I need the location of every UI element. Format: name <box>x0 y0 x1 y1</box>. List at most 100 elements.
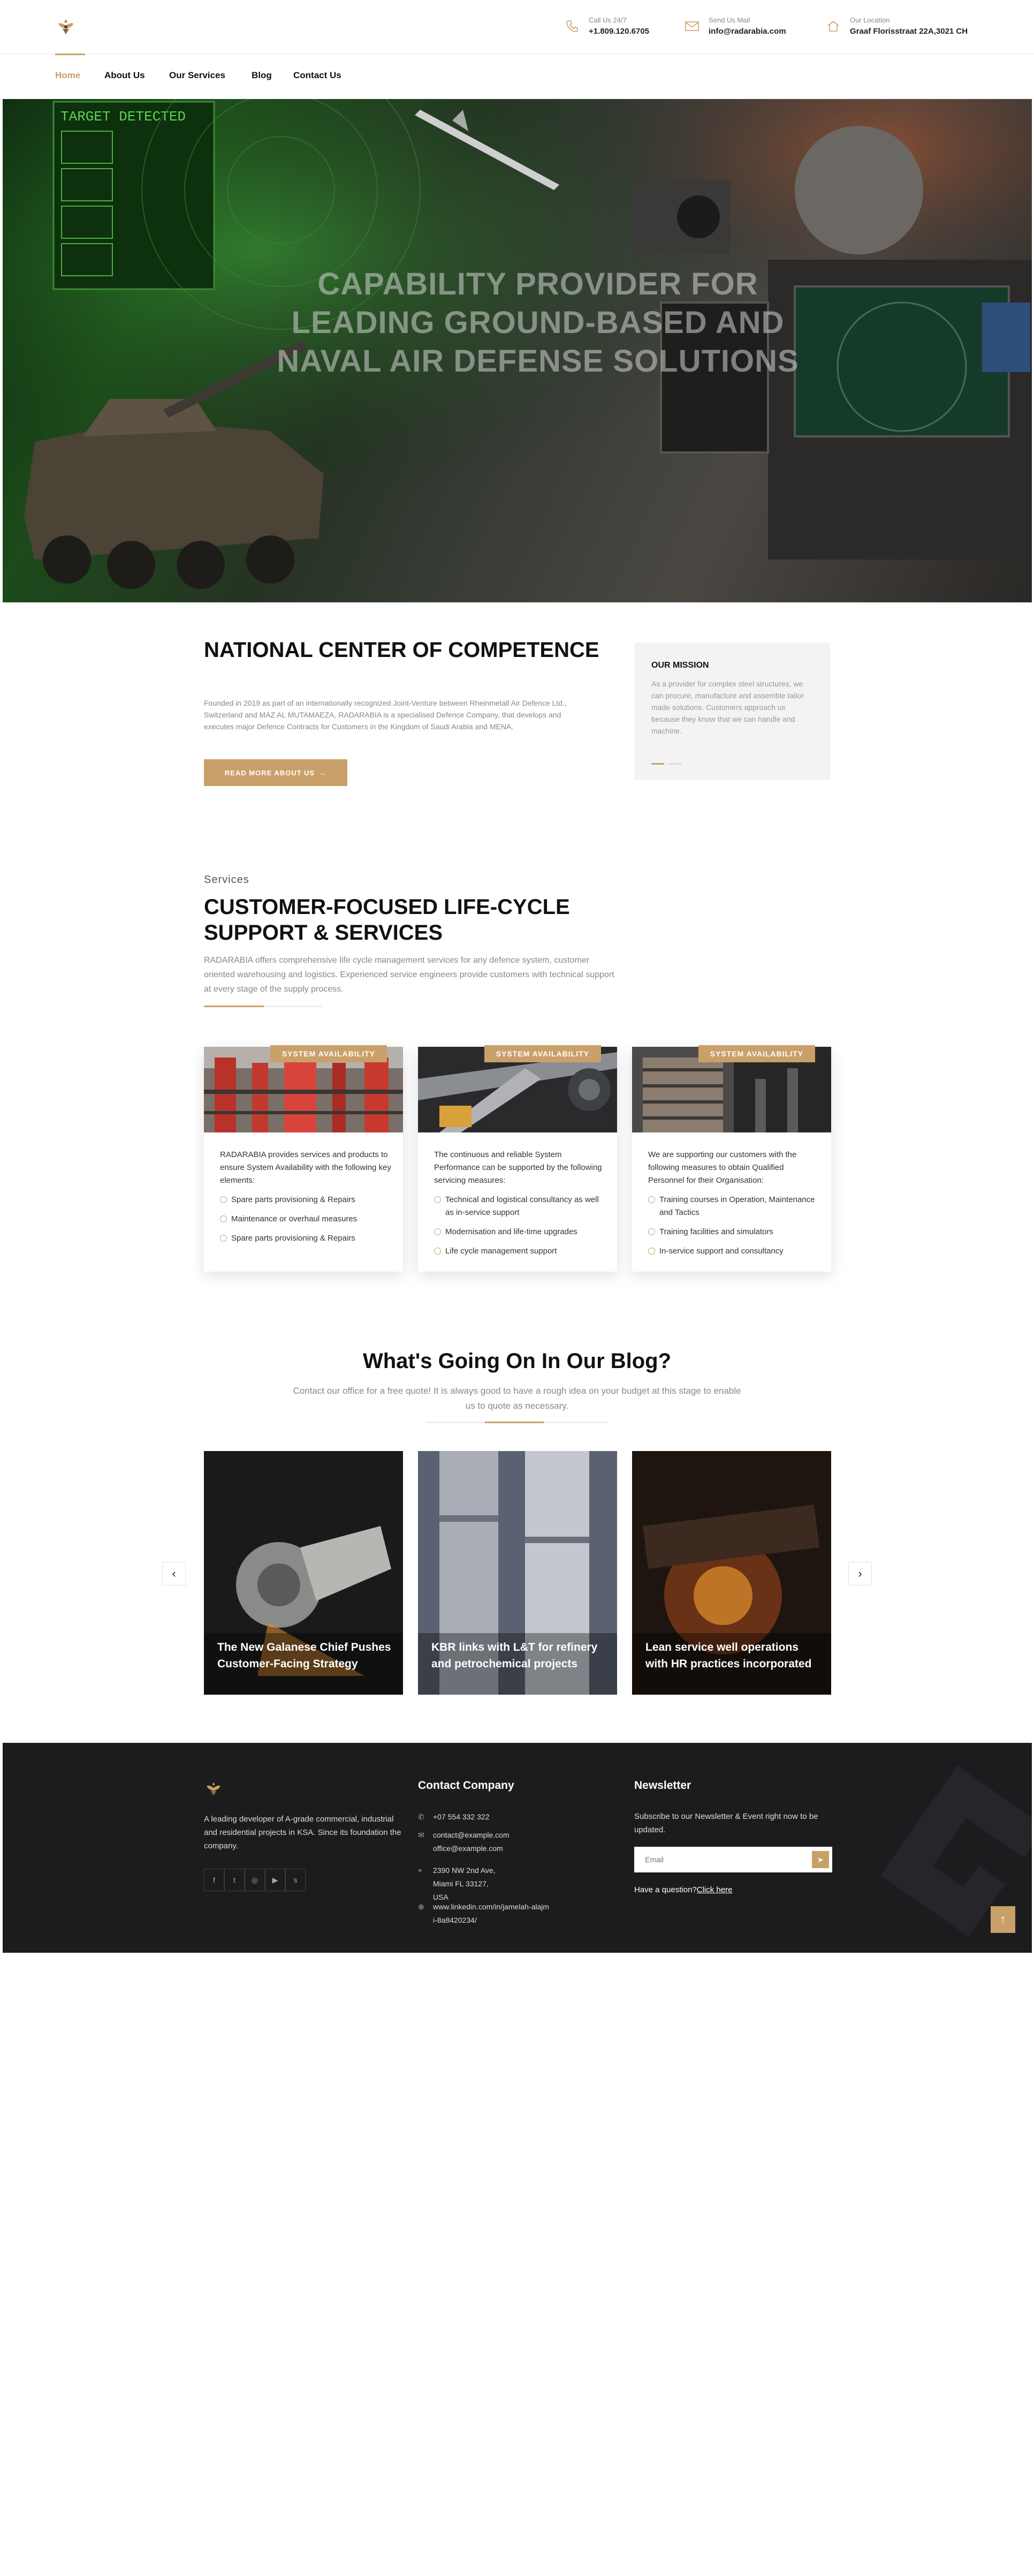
home-icon <box>824 17 842 35</box>
blog-post-title[interactable]: KBR links with L&T for refinery and petr… <box>431 1639 608 1672</box>
top-bar: Call Us 24/7 +1.809.120.6705 Send Us Mai… <box>0 0 1034 54</box>
service-card[interactable]: SYSTEM AVAILABILITY RADARABIA provides s… <box>204 1045 403 1272</box>
twitter-icon[interactable]: t <box>224 1869 245 1891</box>
list-item: Training courses in Operation, Maintenan… <box>648 1193 819 1219</box>
read-more-button[interactable]: READ MORE ABOUT US → <box>204 759 347 786</box>
footer-email[interactable]: ✉ contact@example.com office@example.com <box>418 1829 510 1855</box>
main-nav: Home About Us Our Services Blog Contact … <box>0 54 1034 99</box>
circle-bullet-icon <box>648 1228 655 1235</box>
chevron-left-icon: ‹ <box>172 1567 176 1580</box>
question-label: Have a question? <box>634 1885 697 1894</box>
services-divider <box>204 1006 322 1007</box>
service-card-intro: The continuous and reliable System Perfo… <box>434 1150 602 1185</box>
slider-dot[interactable] <box>668 763 681 765</box>
contact-location[interactable]: Our Location Graaf Florisstraat 22A,3021… <box>824 16 968 36</box>
services-kicker: Services <box>204 874 249 886</box>
list-item: Training facilities and simulators <box>648 1226 819 1238</box>
youtube-icon[interactable]: ▶ <box>265 1869 285 1891</box>
service-card[interactable]: SYSTEM AVAILABILITY We are supporting ou… <box>632 1045 831 1272</box>
nav-contact-us[interactable]: Contact Us <box>293 70 341 81</box>
footer-social-links: f t ◎ ▶ s <box>204 1869 306 1891</box>
service-card-badge: SYSTEM AVAILABILITY <box>484 1045 601 1062</box>
contact-value: +1.809.120.6705 <box>589 27 650 36</box>
footer-contact-title: Contact Company <box>418 1779 514 1792</box>
blog-post-title[interactable]: Lean service well operations with HR pra… <box>645 1639 822 1672</box>
skype-icon[interactable]: s <box>285 1869 306 1891</box>
contact-label: Send Us Mail <box>709 16 750 24</box>
hero-banner: TARGET DETECTED Capability provider for … <box>3 99 1032 602</box>
service-card-list: Spare parts provisioning & Repairs Maint… <box>220 1193 391 1251</box>
newsletter-email-input[interactable] <box>634 1847 811 1872</box>
contact-value: Graaf Florisstraat 22A,3021 CH <box>850 27 968 36</box>
blog-post-card[interactable]: The New Galanese Chief Pushes Customer-F… <box>204 1451 403 1695</box>
newsletter-form: ➤ <box>634 1847 832 1872</box>
read-more-label: READ MORE ABOUT US <box>224 768 315 777</box>
blog-post-card[interactable]: Lean service well operations with HR pra… <box>632 1451 831 1695</box>
nav-blog[interactable]: Blog <box>252 70 272 81</box>
blog-next-button[interactable]: › <box>848 1562 872 1585</box>
footer-phone[interactable]: ✆ +07 554 332 322 <box>418 1810 490 1824</box>
arrow-right-icon: → <box>319 768 327 777</box>
nav-home[interactable]: Home <box>55 70 80 81</box>
service-card-list: Training courses in Operation, Maintenan… <box>648 1193 819 1264</box>
site-logo[interactable] <box>55 16 77 37</box>
service-card-list: Technical and logistical consultancy as … <box>434 1193 605 1264</box>
site-footer: A leading developer of A-grade commercia… <box>3 1743 1032 1953</box>
list-item: Modernisation and life-time upgrades <box>434 1226 605 1238</box>
blog-divider <box>426 1422 608 1423</box>
footer-email-2[interactable]: office@example.com <box>433 1844 503 1853</box>
instagram-icon[interactable]: ◎ <box>245 1869 265 1891</box>
slider-dot-active[interactable] <box>651 763 664 765</box>
newsletter-submit-button[interactable]: ➤ <box>812 1851 829 1868</box>
click-here-link[interactable]: Click here <box>697 1885 733 1894</box>
list-item: Spare parts provisioning & Repairs <box>220 1232 391 1245</box>
footer-email-1[interactable]: contact@example.com <box>433 1831 510 1839</box>
hero-title: Capability provider for leading ground-b… <box>277 267 799 379</box>
service-card[interactable]: SYSTEM AVAILABILITY The continuous and r… <box>418 1045 617 1272</box>
blog-post-title[interactable]: The New Galanese Chief Pushes Customer-F… <box>217 1639 394 1672</box>
blog-title: What's Going On In Our Blog? <box>362 1349 672 1373</box>
facebook-icon[interactable]: f <box>204 1869 224 1891</box>
globe-icon: ⊕ <box>418 1902 424 1911</box>
footer-linkedin[interactable]: ⊕ www.linkedin.com/in/jamelah-alajmi-8a84… <box>418 1900 551 1927</box>
mission-box: OUR MISSION As a provider for complex st… <box>634 643 830 780</box>
national-center-text: Founded in 2019 as part of an internatio… <box>204 699 567 731</box>
service-card-intro: We are supporting our customers with the… <box>648 1150 797 1185</box>
nav-about-us[interactable]: About Us <box>104 70 145 81</box>
list-item: Life cycle management support <box>434 1245 605 1258</box>
contact-label: Our Location <box>850 16 890 24</box>
contact-mail[interactable]: Send Us Mail info@radarabia.com <box>683 16 786 36</box>
contact-phone[interactable]: Call Us 24/7 +1.809.120.6705 <box>563 16 649 36</box>
footer-logo[interactable] <box>204 1779 223 1799</box>
list-item: Maintenance or overhaul measures <box>220 1213 391 1226</box>
phone-icon: ✆ <box>418 1812 424 1821</box>
blog-subtitle: Contact our office for a free quote! It … <box>293 1386 741 1411</box>
blog-prev-button[interactable]: ‹ <box>162 1562 186 1585</box>
list-item: In-service support and consultancy <box>648 1245 819 1258</box>
mission-text: As a provider for complex steel structur… <box>651 679 804 735</box>
mail-icon <box>683 17 701 35</box>
eagle-emblem-icon <box>58 19 73 34</box>
national-center-title: NATIONAL CENTER OF COMPETENCE <box>204 638 599 662</box>
location-pin-icon: ⌖ <box>418 1866 422 1875</box>
contact-value: info@radarabia.com <box>709 27 786 36</box>
mission-title: OUR MISSION <box>651 661 709 670</box>
mail-icon: ✉ <box>418 1831 424 1839</box>
circle-bullet-icon <box>648 1248 655 1255</box>
circle-bullet-icon <box>434 1248 441 1255</box>
footer-question: Have a question?Click here <box>634 1885 732 1894</box>
service-card-intro: RADARABIA provides services and products… <box>220 1150 391 1185</box>
nav-our-services[interactable]: Our Services <box>169 70 225 81</box>
circle-bullet-icon <box>434 1196 441 1203</box>
back-to-top-button[interactable]: ↑ <box>991 1906 1015 1933</box>
footer-newsletter-title: Newsletter <box>634 1779 691 1792</box>
blog-post-card[interactable]: KBR links with L&T for refinery and petr… <box>418 1451 617 1695</box>
circle-bullet-icon <box>220 1215 227 1222</box>
mission-slider-dots[interactable] <box>651 758 686 767</box>
eagle-emblem-icon <box>207 1782 221 1796</box>
newsletter-text: Subscribe to our Newsletter & Event righ… <box>634 1812 818 1834</box>
service-card-badge: SYSTEM AVAILABILITY <box>698 1045 815 1062</box>
services-title: CUSTOMER-FOCUSED LIFE-CYCLE SUPPORT & SE… <box>204 895 570 945</box>
footer-about-text: A leading developer of A-grade commercia… <box>204 1815 401 1850</box>
arrow-up-icon: ↑ <box>1000 1913 1006 1926</box>
